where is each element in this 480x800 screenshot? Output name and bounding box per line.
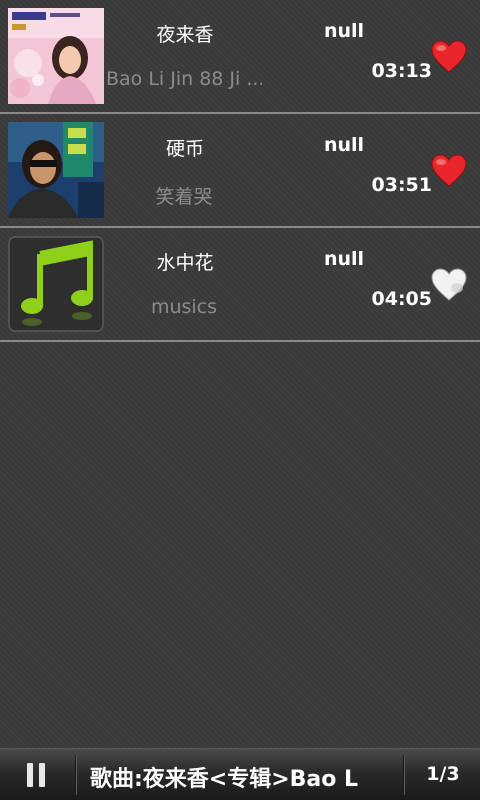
pause-icon: [27, 763, 33, 787]
song-duration: 04:05: [371, 288, 432, 310]
divider: [403, 755, 405, 795]
music-note-icon: [8, 236, 104, 332]
song-title: 夜来香: [156, 24, 214, 46]
song-artist: null: [323, 20, 365, 42]
song-list: 夜来香 null Bao Li Jin 88 Ji ... 03:13 硬币 n…: [0, 0, 480, 342]
pause-button[interactable]: [0, 749, 74, 800]
player-bar: 歌曲:夜来香<专辑>Bao L 1/3: [0, 748, 480, 800]
page-count[interactable]: 1/3: [406, 763, 480, 785]
song-album: musics: [150, 296, 218, 318]
song-title: 硬币: [165, 138, 204, 160]
song-duration: 03:51: [371, 174, 432, 196]
favorite-heart-icon[interactable]: [431, 154, 467, 188]
song-row[interactable]: 水中花 null musics 04:05: [0, 228, 480, 342]
album-cover-image: [8, 8, 104, 104]
divider: [75, 755, 77, 795]
song-duration: 03:13: [371, 60, 432, 82]
song-title: 水中花: [156, 252, 214, 274]
unfavorite-heart-icon[interactable]: [431, 268, 467, 302]
favorite-heart-icon[interactable]: [431, 40, 467, 74]
album-cover-image: [8, 122, 104, 218]
song-album: 笑着哭: [155, 186, 213, 208]
song-artist: null: [323, 134, 365, 156]
song-artist: null: [323, 248, 365, 270]
song-row[interactable]: 夜来香 null Bao Li Jin 88 Ji ... 03:13: [0, 0, 480, 114]
now-playing-text[interactable]: 歌曲:夜来香<专辑>Bao L: [90, 761, 386, 789]
song-row[interactable]: 硬币 null 笑着哭 03:51: [0, 114, 480, 228]
song-album: Bao Li Jin 88 Ji ...: [106, 68, 262, 90]
